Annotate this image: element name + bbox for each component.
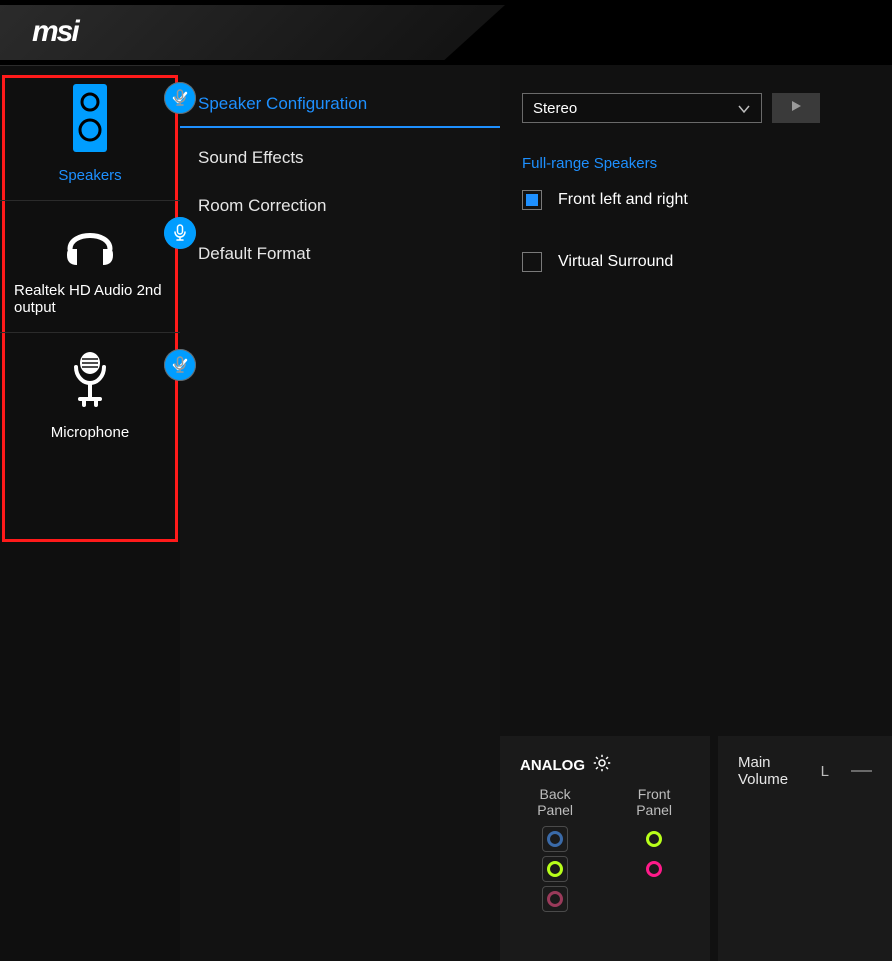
jack-back-3[interactable] (542, 886, 568, 912)
test-play-button[interactable] (772, 93, 820, 123)
tab-speaker-configuration[interactable]: Speaker Configuration (180, 80, 500, 128)
bottom-panels: ANALOG Back Panel Front P (500, 736, 892, 961)
device-label: Microphone (10, 424, 170, 441)
device-label: Speakers (10, 167, 170, 184)
ring-icon (547, 831, 563, 847)
mic-icon (173, 89, 187, 107)
default-comm-badge[interactable] (164, 217, 196, 249)
tab-sound-effects[interactable]: Sound Effects (180, 134, 500, 182)
ring-icon (646, 861, 662, 877)
settings-tabs: Speaker Configuration Sound Effects Room… (180, 65, 500, 961)
brand-logo: msi (32, 15, 78, 49)
jack-front-1[interactable] (641, 826, 667, 852)
select-value: Stereo (533, 100, 577, 117)
ring-icon (547, 861, 563, 877)
tab-default-format[interactable]: Default Format (180, 230, 500, 278)
front-lr-label: Front left and right (558, 191, 688, 209)
microphone-icon (70, 351, 110, 414)
main-volume-title: Main Volume (738, 754, 799, 788)
device-label: Realtek HD Audio 2nd output (10, 282, 170, 316)
content-pane: Stereo Full-range Speakers Front left an… (500, 65, 892, 961)
app-root: msi (0, 0, 892, 961)
device-speakers[interactable]: Speakers (0, 65, 180, 201)
ring-icon (646, 831, 662, 847)
default-comm-badge[interactable] (164, 349, 196, 381)
full-range-title: Full-range Speakers (522, 155, 870, 172)
analog-title: ANALOG (520, 757, 585, 774)
mic-icon (173, 356, 187, 374)
front-panel-title: Front Panel (618, 786, 690, 818)
header: msi (0, 0, 892, 65)
jack-back-2[interactable] (542, 856, 568, 882)
virtual-surround-label: Virtual Surround (558, 253, 673, 271)
volume-slider[interactable] (851, 770, 872, 772)
gear-icon[interactable] (593, 754, 611, 776)
back-panel-title: Back Panel (520, 786, 590, 818)
device-microphone[interactable]: Microphone (0, 333, 180, 457)
front-lr-checkbox[interactable] (522, 190, 542, 210)
body: Speakers (0, 65, 892, 961)
mic-icon (173, 224, 187, 242)
analog-panel: ANALOG Back Panel Front P (500, 736, 710, 961)
speaker-icon (73, 84, 107, 157)
virtual-surround-checkbox[interactable] (522, 252, 542, 272)
main-volume-panel: Main Volume L (718, 736, 892, 961)
headphones-icon (62, 219, 118, 272)
jack-back-1[interactable] (542, 826, 568, 852)
ring-icon (547, 891, 563, 907)
default-comm-badge[interactable] (164, 82, 196, 114)
device-realtek-2nd-output[interactable]: Realtek HD Audio 2nd output (0, 201, 180, 333)
jack-front-2[interactable] (641, 856, 667, 882)
device-sidebar: Speakers (0, 65, 180, 961)
speaker-config-select[interactable]: Stereo (522, 93, 762, 123)
chevron-down-icon (737, 102, 751, 121)
back-panel-column: Back Panel (520, 786, 590, 916)
front-panel-column: Front Panel (618, 786, 690, 916)
panel-gap (710, 736, 718, 961)
tab-room-correction[interactable]: Room Correction (180, 182, 500, 230)
play-icon (789, 99, 803, 118)
main-volume-l-label: L (821, 763, 829, 780)
